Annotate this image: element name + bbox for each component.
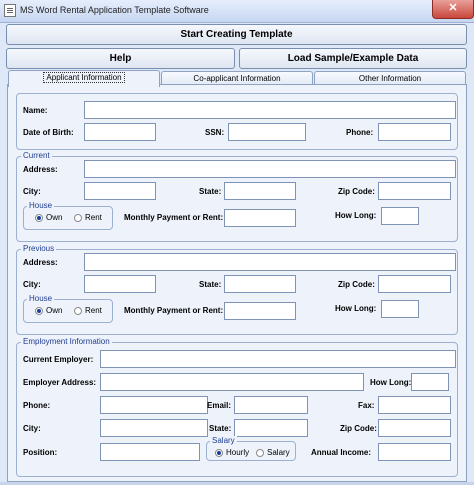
previous-city-label: City: bbox=[23, 280, 41, 289]
tab-panel: Name: Date of Birth: SSN: Phone: Current… bbox=[7, 84, 467, 482]
tab-co-applicant-information[interactable]: Co-applicant Information bbox=[161, 71, 313, 85]
own-label: Own bbox=[46, 213, 63, 222]
current-zip-input[interactable] bbox=[378, 182, 451, 200]
previous-how-long-label: How Long: bbox=[335, 304, 377, 313]
employment-state-input[interactable] bbox=[234, 419, 308, 437]
radio-selected-icon bbox=[35, 213, 43, 222]
salary-label: Salary bbox=[267, 448, 290, 457]
annual-income-label: Annual Income: bbox=[311, 448, 372, 457]
current-city-input[interactable] bbox=[84, 182, 156, 200]
previous-zip-input[interactable] bbox=[378, 275, 451, 293]
current-city-label: City: bbox=[23, 187, 41, 196]
rent-label: Rent bbox=[85, 213, 102, 222]
dob-label: Date of Birth: bbox=[23, 128, 74, 137]
employment-legend: Employment Information bbox=[21, 337, 112, 346]
salary-radio[interactable]: Salary bbox=[256, 448, 290, 457]
current-state-input[interactable] bbox=[224, 182, 296, 200]
previous-rent-radio[interactable]: Rent bbox=[74, 306, 102, 315]
hourly-label: Hourly bbox=[226, 448, 250, 457]
employment-how-long-label: How Long: bbox=[370, 378, 412, 387]
help-button[interactable]: Help bbox=[6, 48, 235, 69]
close-button[interactable]: ✕ bbox=[432, 0, 474, 19]
radio-icon bbox=[74, 213, 82, 222]
radio-icon bbox=[256, 448, 264, 457]
previous-how-long-input[interactable] bbox=[381, 300, 419, 318]
employment-city-label: City: bbox=[23, 424, 41, 433]
phone-input[interactable] bbox=[378, 123, 451, 141]
employment-email-input[interactable] bbox=[234, 396, 308, 414]
name-label: Name: bbox=[23, 106, 48, 115]
rent-label: Rent bbox=[85, 306, 102, 315]
start-creating-template-button[interactable]: Start Creating Template bbox=[6, 24, 467, 45]
current-own-radio[interactable]: Own bbox=[35, 213, 62, 222]
current-address-input[interactable] bbox=[84, 160, 456, 178]
previous-state-label: State: bbox=[199, 280, 222, 289]
employer-address-input[interactable] bbox=[100, 373, 364, 391]
employment-phone-input[interactable] bbox=[100, 396, 208, 414]
current-address-label: Address: bbox=[23, 165, 58, 174]
app-icon bbox=[4, 4, 16, 17]
tab-applicant-information[interactable]: Applicant Information bbox=[8, 70, 160, 87]
previous-city-input[interactable] bbox=[84, 275, 156, 293]
employment-fax-input[interactable] bbox=[378, 396, 451, 414]
current-legend: Current bbox=[21, 151, 52, 160]
current-state-label: State: bbox=[199, 187, 222, 196]
position-label: Position: bbox=[23, 448, 58, 457]
position-input[interactable] bbox=[100, 443, 200, 461]
employer-address-label: Employer Address: bbox=[23, 378, 97, 387]
previous-address-input[interactable] bbox=[84, 253, 456, 271]
current-how-long-input[interactable] bbox=[381, 207, 419, 225]
ssn-label: SSN: bbox=[205, 128, 225, 137]
employment-how-long-input[interactable] bbox=[411, 373, 449, 391]
employment-fax-label: Fax: bbox=[358, 401, 375, 410]
previous-payment-input[interactable] bbox=[224, 302, 296, 320]
previous-own-radio[interactable]: Own bbox=[35, 306, 62, 315]
previous-legend: Previous bbox=[21, 244, 57, 253]
radio-selected-icon bbox=[215, 448, 223, 457]
dob-input[interactable] bbox=[84, 123, 156, 141]
current-rent-radio[interactable]: Rent bbox=[74, 213, 102, 222]
employment-zip-input[interactable] bbox=[378, 419, 451, 437]
own-label: Own bbox=[46, 306, 63, 315]
hourly-radio[interactable]: Hourly bbox=[215, 448, 249, 457]
radio-icon bbox=[74, 306, 82, 315]
name-input[interactable] bbox=[84, 101, 456, 119]
salary-legend: Salary bbox=[210, 436, 237, 445]
current-how-long-label: How Long: bbox=[335, 211, 377, 220]
previous-address-label: Address: bbox=[23, 258, 58, 267]
current-house-legend: House bbox=[27, 201, 55, 210]
tab-label: Applicant Information bbox=[43, 72, 125, 83]
employment-city-input[interactable] bbox=[100, 419, 208, 437]
load-sample-data-button[interactable]: Load Sample/Example Data bbox=[239, 48, 467, 69]
previous-payment-label: Monthly Payment or Rent: bbox=[124, 306, 224, 315]
annual-income-input[interactable] bbox=[378, 443, 451, 461]
previous-zip-label: Zip Code: bbox=[338, 280, 375, 289]
ssn-input[interactable] bbox=[228, 123, 306, 141]
current-payment-input[interactable] bbox=[224, 209, 296, 227]
window-title: MS Word Rental Application Template Soft… bbox=[20, 5, 209, 15]
previous-house-legend: House bbox=[27, 294, 55, 303]
previous-state-input[interactable] bbox=[224, 275, 296, 293]
tab-other-information[interactable]: Other Information bbox=[314, 71, 466, 85]
employment-email-label: Email: bbox=[207, 401, 232, 410]
current-employer-label: Current Employer: bbox=[23, 355, 94, 364]
current-employer-input[interactable] bbox=[100, 350, 456, 368]
employment-state-label: State: bbox=[209, 424, 232, 433]
current-zip-label: Zip Code: bbox=[338, 187, 375, 196]
current-payment-label: Monthly Payment or Rent: bbox=[124, 213, 224, 222]
employment-phone-label: Phone: bbox=[23, 401, 51, 410]
employment-zip-label: Zip Code: bbox=[340, 424, 377, 433]
phone-label: Phone: bbox=[346, 128, 374, 137]
radio-selected-icon bbox=[35, 306, 43, 315]
